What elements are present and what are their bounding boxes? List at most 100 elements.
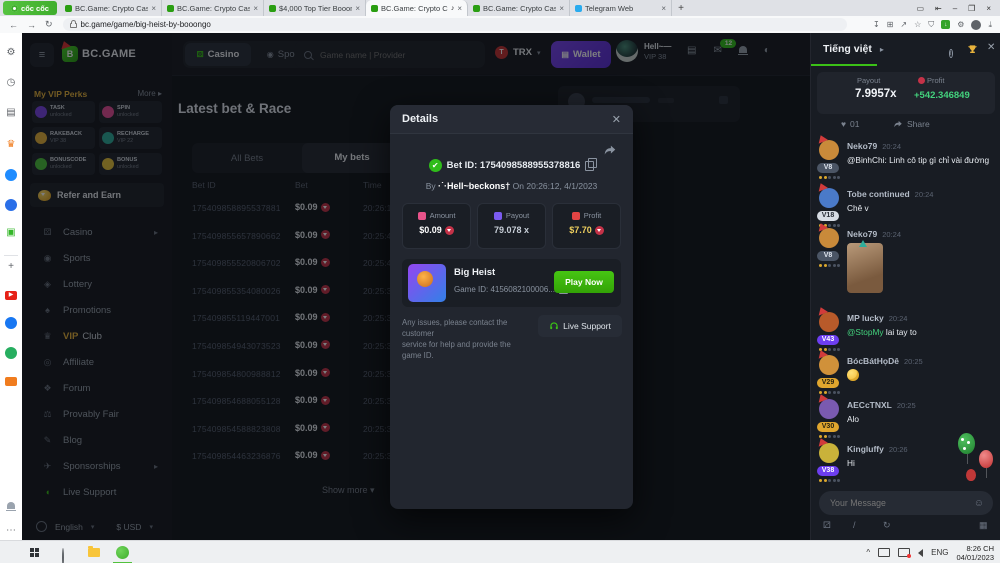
extensions-icon[interactable]: ⚙ (957, 20, 964, 29)
chat-messages: Neko79 20:24 V8 @BinhChi: Linh cô tip gì … (811, 33, 1000, 540)
taskbar-search-icon[interactable] (62, 548, 64, 563)
reading-list-icon[interactable]: ▤ (0, 107, 22, 118)
vip-level-badge: V43 (817, 335, 839, 345)
download-extension-icon[interactable]: ↓ (941, 20, 951, 29)
more-options-icon[interactable]: ⋯ (0, 525, 22, 536)
tab-close-icon[interactable]: × (253, 4, 258, 13)
copy-icon[interactable] (585, 158, 598, 171)
play-now-button[interactable]: Play Now (554, 271, 614, 293)
chat-image[interactable] (847, 240, 883, 293)
zalo-icon[interactable] (5, 199, 17, 211)
chat-input[interactable]: ☺ (819, 491, 993, 515)
chat-message-input[interactable] (828, 497, 974, 509)
avatar[interactable] (819, 228, 839, 248)
coin-drop-icon[interactable]: ↻ (883, 520, 891, 531)
notification-tray-icon[interactable] (898, 548, 912, 558)
tray-expand-icon[interactable]: ^ (866, 548, 870, 557)
bookmark-star-icon[interactable]: ☆ (914, 20, 921, 29)
gamepad-icon[interactable]: ▣ (0, 227, 22, 238)
back-icon[interactable]: ← (9, 20, 18, 30)
tab-label: BC.Game: Crypto Casino Ga (75, 3, 149, 13)
lock-icon[interactable] (69, 20, 77, 28)
save-page-icon[interactable]: ↧ (873, 20, 880, 29)
modal-close-icon[interactable]: ✕ (612, 113, 621, 126)
avatar[interactable] (819, 355, 839, 375)
emoji-face-icon (847, 369, 859, 381)
avatar[interactable] (819, 140, 839, 160)
tab-favicon (371, 4, 378, 12)
facebook-icon[interactable] (5, 317, 17, 329)
tab-favicon (65, 4, 72, 12)
browser-extra-icon[interactable]: ⇤ (935, 4, 942, 13)
bet-author-name[interactable]: ·˙·Hell~beckons† (438, 181, 510, 191)
game-thumbnail[interactable] (408, 264, 446, 302)
red-balloon-decoration (979, 450, 993, 478)
browser-profile-avatar[interactable] (971, 19, 982, 30)
avatar[interactable] (819, 399, 839, 419)
keyboard-language[interactable]: ENG (931, 548, 948, 557)
tab-audio-icon[interactable]: ♪ (451, 5, 455, 12)
window-maximize-icon[interactable]: ❐ (968, 4, 975, 13)
tab-close-icon[interactable]: × (661, 4, 666, 13)
emoji-picker-icon[interactable]: ☺ (974, 498, 984, 509)
tab-favicon (473, 4, 480, 12)
crown-icon[interactable]: ♛ (0, 139, 22, 150)
tab-favicon (167, 4, 174, 12)
avatar[interactable] (819, 312, 839, 332)
vip-level-badge: V38 (817, 466, 839, 476)
bcgame-page: ≡ B BC.GAME My VIP Perks More ▸ TASKunlo… (22, 33, 1000, 540)
translate-icon[interactable]: ⊞ (887, 20, 894, 29)
browser-tab[interactable]: BC.Game: Crypto Casino ♪ × (366, 0, 468, 16)
rail-divider (4, 255, 18, 256)
start-button-icon[interactable] (30, 548, 39, 557)
slash-command-icon[interactable]: / (853, 520, 856, 530)
vip-level-badge: V8 (817, 163, 839, 173)
add-shortcut-icon[interactable]: + (0, 261, 22, 272)
avatar[interactable] (819, 443, 839, 463)
cart-icon[interactable] (5, 377, 17, 386)
bet-timestamp: On 20:26:12, 4/1/2023 (512, 181, 598, 191)
history-clock-icon[interactable]: ◷ (0, 77, 22, 88)
messenger-icon[interactable] (5, 169, 17, 181)
tab-search-icon[interactable]: ▭ (916, 4, 924, 13)
tab-close-icon[interactable]: × (355, 4, 360, 13)
dice-roll-icon[interactable]: ⚂ (823, 520, 831, 531)
url-box[interactable]: bc.game/game/big-heist-by-booongo (62, 18, 847, 31)
share-icon[interactable]: ↗ (900, 20, 907, 29)
screen: cốc cốc BC.Game: Crypto Casino Ga × BC.G… (0, 0, 1000, 563)
gif-keyboard-icon[interactable]: ▦ (979, 520, 988, 531)
adblock-icon[interactable]: ⛉ (928, 20, 934, 30)
new-tab-button[interactable]: + (672, 0, 690, 16)
live-support-button[interactable]: Live Support (538, 315, 622, 337)
stat-box: Profit $7.70 (552, 203, 621, 249)
file-explorer-icon[interactable] (88, 546, 100, 557)
reload-icon[interactable]: ↻ (45, 19, 53, 30)
browser-tab[interactable]: BC.Game: Crypto Casino Ga × (162, 0, 264, 16)
vip-level-badge: V18 (817, 211, 839, 221)
display-tray-icon[interactable] (878, 548, 891, 557)
system-tray: ^ ENG 8:26 CH 04/01/2023 (866, 541, 994, 563)
volume-icon[interactable] (918, 548, 924, 557)
browser-tab[interactable]: Telegram Web × (570, 0, 672, 16)
browser-tab[interactable]: BC.Game: Crypto Casino Ga × (60, 0, 162, 16)
window-minimize-icon[interactable]: – (953, 4, 957, 13)
url-text[interactable]: bc.game/game/big-heist-by-booongo (81, 20, 211, 29)
clock[interactable]: 8:26 CH 04/01/2023 (956, 544, 994, 562)
green-app-icon[interactable] (5, 347, 17, 359)
notifications-bell-icon[interactable] (0, 501, 22, 512)
tab-close-icon[interactable]: × (559, 4, 564, 13)
coccoc-brand[interactable]: cốc cốc (3, 1, 57, 15)
browser-tab[interactable]: $4,000 Top Tier Booongo M × (264, 0, 366, 16)
youtube-icon[interactable]: ▶ (5, 291, 17, 300)
forward-icon[interactable]: → (27, 20, 36, 30)
coccoc-taskbar-icon[interactable] (116, 546, 129, 559)
window-close-icon[interactable]: × (986, 4, 991, 13)
avatar[interactable] (819, 188, 839, 208)
browser-tab[interactable]: BC.Game: Crypto Casino Ga × (468, 0, 570, 16)
chat-panel: Tiếng việt ▸ i ✕ Payout Profit 7.9957x +… (810, 33, 1000, 540)
addressbar-icons: ↧ ⊞ ↗ ☆ ⛉ ↓ ⚙ ⤓ (873, 19, 1000, 30)
tab-close-icon[interactable]: × (151, 4, 156, 13)
settings-gear-icon[interactable]: ⚙ (0, 47, 22, 58)
downloads-tray-icon[interactable]: ⤓ (988, 20, 992, 30)
tab-close-icon[interactable]: × (457, 4, 462, 13)
